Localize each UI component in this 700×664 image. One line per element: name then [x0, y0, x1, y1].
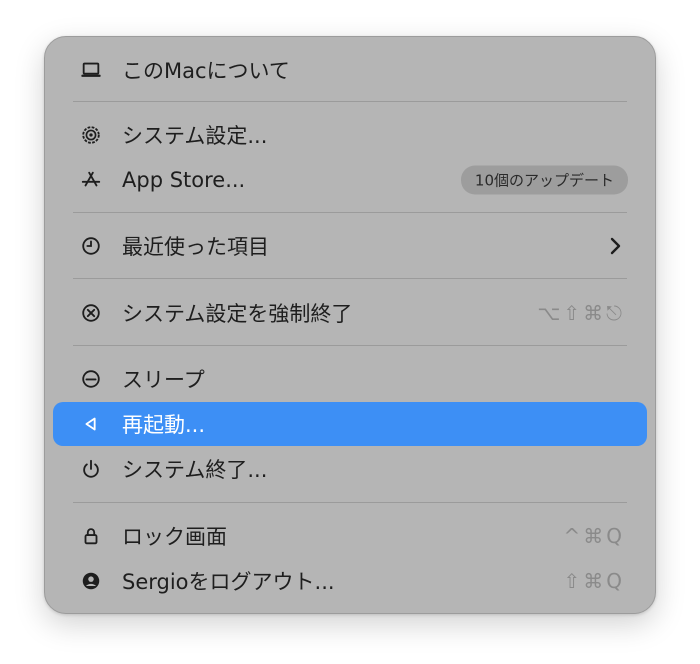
- menu-item-label: システム終了...: [122, 458, 268, 482]
- gear-icon: [79, 123, 103, 147]
- menu-item-recent-items[interactable]: 最近使った項目: [53, 224, 647, 268]
- menu-item-about-this-mac[interactable]: このMacについて: [53, 48, 647, 92]
- menu-item-label: ロック画面: [122, 525, 227, 549]
- sleep-icon: [79, 367, 103, 391]
- menu-item-label: スリープ: [122, 368, 205, 392]
- menu-item-label: App Store...: [122, 168, 246, 192]
- menu-item-label: 最近使った項目: [122, 235, 269, 259]
- menu-item-system-settings[interactable]: システム設定...: [53, 113, 647, 157]
- menu-separator: [73, 502, 627, 503]
- menu-separator: [73, 345, 627, 346]
- menu-separator: [73, 101, 627, 102]
- laptop-icon: [79, 58, 103, 82]
- lock-icon: [79, 524, 103, 548]
- restart-icon: [79, 412, 103, 436]
- clock-icon: [79, 234, 103, 258]
- menu-separator: [73, 278, 627, 279]
- chevron-right-icon: [610, 237, 621, 255]
- keyboard-shortcut: ^⌘Q: [563, 524, 625, 548]
- menu-item-label: システム設定を強制終了: [122, 302, 353, 326]
- menu-item-sleep[interactable]: スリープ: [53, 357, 647, 401]
- update-badge: 10個のアップデート: [460, 165, 628, 195]
- menu-item-log-out[interactable]: Sergioをログアウト... ⇧⌘Q: [53, 559, 647, 603]
- menu-item-force-quit[interactable]: システム設定を強制終了 ⌥⇧⌘⎋: [53, 291, 647, 335]
- force-quit-icon: [79, 301, 103, 325]
- menu-item-label: このMacについて: [122, 59, 290, 83]
- apple-menu: このMacについて システム設定... App Store... 10個のアップ…: [44, 36, 656, 614]
- app-store-icon: [79, 168, 103, 192]
- power-icon: [79, 457, 103, 481]
- user-icon: [79, 569, 103, 593]
- menu-item-lock-screen[interactable]: ロック画面 ^⌘Q: [53, 514, 647, 558]
- menu-item-shut-down[interactable]: システム終了...: [53, 447, 647, 491]
- menu-separator: [73, 212, 627, 213]
- menu-item-label: 再起動...: [122, 413, 206, 437]
- keyboard-shortcut: ⌥⇧⌘⎋: [537, 301, 625, 325]
- keyboard-shortcut: ⇧⌘Q: [563, 569, 625, 593]
- menu-item-restart[interactable]: 再起動...: [53, 402, 647, 446]
- menu-item-app-store[interactable]: App Store... 10個のアップデート: [53, 158, 647, 202]
- menu-item-label: Sergioをログアウト...: [122, 570, 335, 594]
- menu-item-label: システム設定...: [122, 124, 268, 148]
